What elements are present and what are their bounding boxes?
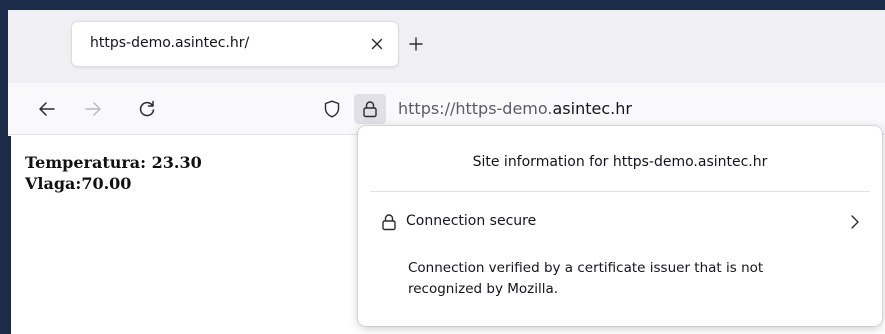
humidity-label: Vlaga: (25, 174, 82, 193)
arrow-right-icon[interactable] (80, 96, 106, 122)
connection-label: Connection secure (406, 213, 537, 229)
divider (370, 191, 870, 192)
temperature-label: Temperatura: (25, 153, 152, 172)
temperature-reading: Temperatura: 23.30 (25, 153, 202, 172)
tab-title: https-demo.asintec.hr/ (90, 35, 250, 51)
tab-strip: https-demo.asintec.hr/ (8, 10, 885, 83)
connection-secure-item[interactable]: Connection secure (366, 202, 874, 242)
lock-icon (362, 100, 378, 118)
lock-icon (380, 212, 398, 232)
tab-active[interactable]: https-demo.asintec.hr/ (72, 22, 398, 66)
humidity-reading: Vlaga:70.00 (25, 174, 131, 193)
temperature-value: 23.30 (151, 153, 202, 172)
browser-window: https-demo.asintec.hr/ https://https-dem… (8, 10, 885, 334)
site-info-panel: Site information for https-demo.asintec.… (358, 126, 882, 326)
url-prefix: https://https-demo. (398, 99, 553, 118)
url-domain: asintec.hr (552, 99, 632, 118)
connection-detail-text: Connection verified by a certificate iss… (408, 260, 764, 297)
plus-icon[interactable] (404, 32, 428, 56)
humidity-value: 70.00 (81, 174, 132, 193)
close-icon[interactable] (368, 35, 386, 53)
site-info-header: Site information for https-demo.asintec.… (472, 154, 768, 170)
chevron-right-icon (846, 213, 864, 231)
shield-icon[interactable] (320, 97, 344, 121)
arrow-left-icon[interactable] (34, 96, 60, 122)
reload-icon[interactable] (134, 96, 160, 122)
site-info-lock-button[interactable] (354, 94, 386, 124)
url-bar[interactable]: https://https-demo.asintec.hr (398, 99, 632, 118)
